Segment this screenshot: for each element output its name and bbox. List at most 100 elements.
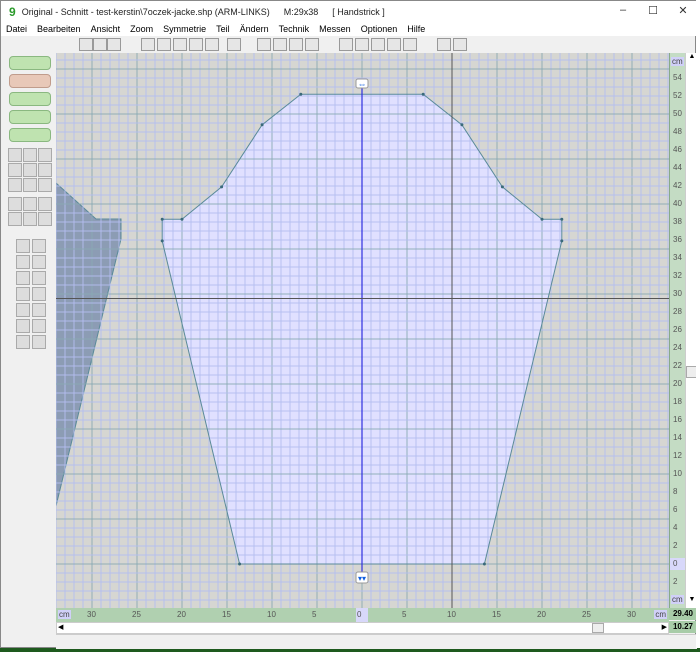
copy-icon[interactable] <box>23 178 37 192</box>
arrows-icon[interactable] <box>289 38 303 51</box>
select-frame-icon[interactable] <box>93 38 107 51</box>
horizontal-scrollbar[interactable]: ◀ ▶ <box>56 622 669 634</box>
ruler-y-label: 46 <box>673 145 682 154</box>
down-icon[interactable] <box>16 271 30 285</box>
zoom-in-icon[interactable] <box>371 38 385 51</box>
height-icon[interactable] <box>16 239 30 253</box>
close-button[interactable]: ✕ <box>675 4 691 18</box>
pattern-svg[interactable]: ⇔ ▾▾ <box>56 53 669 608</box>
menu-teil[interactable]: Teil <box>211 23 235 36</box>
dot-grid-icon[interactable] <box>141 38 155 51</box>
height2-icon[interactable] <box>16 255 30 269</box>
width2-icon[interactable] <box>32 255 46 269</box>
menu-ansicht[interactable]: Ansicht <box>86 23 126 36</box>
ruler-y-label: 18 <box>673 397 682 406</box>
cursor-icon[interactable] <box>79 38 93 51</box>
folder-icon[interactable] <box>453 38 467 51</box>
ruler-x-label: 10 <box>267 610 276 619</box>
menu-hilfe[interactable]: Hilfe <box>402 23 430 36</box>
undo-icon[interactable] <box>23 163 37 177</box>
redo-icon[interactable] <box>38 163 52 177</box>
width-icon[interactable] <box>32 239 46 253</box>
sleeves-button[interactable] <box>9 92 51 106</box>
ruler-y-label: 22 <box>673 361 682 370</box>
ruler-y-label: 50 <box>673 109 682 118</box>
ruler-y-label: 10 <box>673 469 682 478</box>
resize-icon[interactable] <box>273 38 287 51</box>
tape-icon[interactable] <box>23 212 37 226</box>
cut-icon[interactable] <box>8 178 22 192</box>
zoom-small-icon[interactable] <box>355 38 369 51</box>
vertical-ruler-icon[interactable] <box>227 38 241 51</box>
minus-icon[interactable] <box>32 319 46 333</box>
stairs-icon[interactable] <box>257 38 271 51</box>
slider-button[interactable] <box>9 110 51 124</box>
print-icon[interactable] <box>38 148 52 162</box>
scroll-right-icon[interactable]: ▶ <box>662 623 667 631</box>
ruler-unit-bottom: cm <box>671 595 684 604</box>
menu-messen[interactable]: Messen <box>314 23 356 36</box>
menu-ändern[interactable]: Ändern <box>235 23 274 36</box>
move-icon[interactable] <box>32 287 46 301</box>
picture-button[interactable] <box>9 128 51 142</box>
image-icon[interactable] <box>173 38 187 51</box>
ruler-x-label: 30 <box>87 610 96 619</box>
plus-icon[interactable] <box>16 319 30 333</box>
zoom-out-icon[interactable] <box>387 38 401 51</box>
piece-outline-icon[interactable] <box>107 38 121 51</box>
maximize-button[interactable]: ☐ <box>645 4 661 18</box>
ruler-x-label: 20 <box>177 610 186 619</box>
zoom-fit-icon[interactable] <box>403 38 417 51</box>
ruler-x-label: 10 <box>447 610 456 619</box>
graph-button[interactable] <box>9 74 51 88</box>
sweater-piece-button[interactable] <box>9 56 51 70</box>
menu-optionen[interactable]: Optionen <box>356 23 403 36</box>
front-back-icon[interactable] <box>437 38 451 51</box>
open-icon[interactable] <box>8 148 22 162</box>
prev-icon[interactable] <box>16 335 30 349</box>
ruler-y-label: 16 <box>673 415 682 424</box>
outline-point <box>500 185 504 189</box>
horizontal-scroll-thumb[interactable] <box>592 623 604 633</box>
mirror-icon[interactable] <box>16 287 30 301</box>
measure-icon[interactable] <box>8 212 22 226</box>
rotate-cw-icon[interactable] <box>16 303 30 317</box>
ruler-y-label: 44 <box>673 163 682 172</box>
drawing-canvas[interactable]: ⇔ ▾▾ <box>56 53 669 608</box>
menu-zoom[interactable]: Zoom <box>125 23 158 36</box>
menu-datei[interactable]: Datei <box>1 23 32 36</box>
ruler-y-label: 12 <box>673 451 682 460</box>
curve2-icon[interactable] <box>23 197 37 211</box>
ruler-x-label: 0 <box>357 610 362 619</box>
ruler-x-label: 20 <box>537 610 546 619</box>
outline-point <box>560 217 564 221</box>
ruler-icon[interactable] <box>205 38 219 51</box>
menu-bearbeiten[interactable]: Bearbeiten <box>32 23 86 36</box>
save-icon[interactable] <box>23 148 37 162</box>
outline-point <box>260 123 264 127</box>
rotate-ccw-icon[interactable] <box>32 303 46 317</box>
grid-icon[interactable] <box>157 38 171 51</box>
scroll-left-icon[interactable]: ◀ <box>58 623 63 631</box>
level-icon[interactable] <box>38 212 52 226</box>
point-icon[interactable] <box>38 197 52 211</box>
sweater-icon[interactable] <box>305 38 319 51</box>
zoom-icon[interactable] <box>339 38 353 51</box>
ruler-y-label: 28 <box>673 307 682 316</box>
coord-x: 29.40 <box>669 608 697 620</box>
curve-icon[interactable] <box>8 197 22 211</box>
outline-point <box>299 92 303 96</box>
status-bar <box>56 634 697 649</box>
minimize-button[interactable]: – <box>615 4 631 18</box>
edit-image-icon[interactable] <box>189 38 203 51</box>
next-icon[interactable] <box>32 335 46 349</box>
help-icon[interactable] <box>8 163 22 177</box>
ruler-y-label: 40 <box>673 199 682 208</box>
menu-symmetrie[interactable]: Symmetrie <box>158 23 211 36</box>
ruler-y-label: 34 <box>673 253 682 262</box>
paste-icon[interactable] <box>38 178 52 192</box>
menu-technik[interactable]: Technik <box>274 23 315 36</box>
menu-bar: Datei Bearbeiten Ansicht Zoom Symmetrie Teil Ä… <box>1 23 697 36</box>
down2-icon[interactable] <box>32 271 46 285</box>
outline-point <box>238 562 242 566</box>
